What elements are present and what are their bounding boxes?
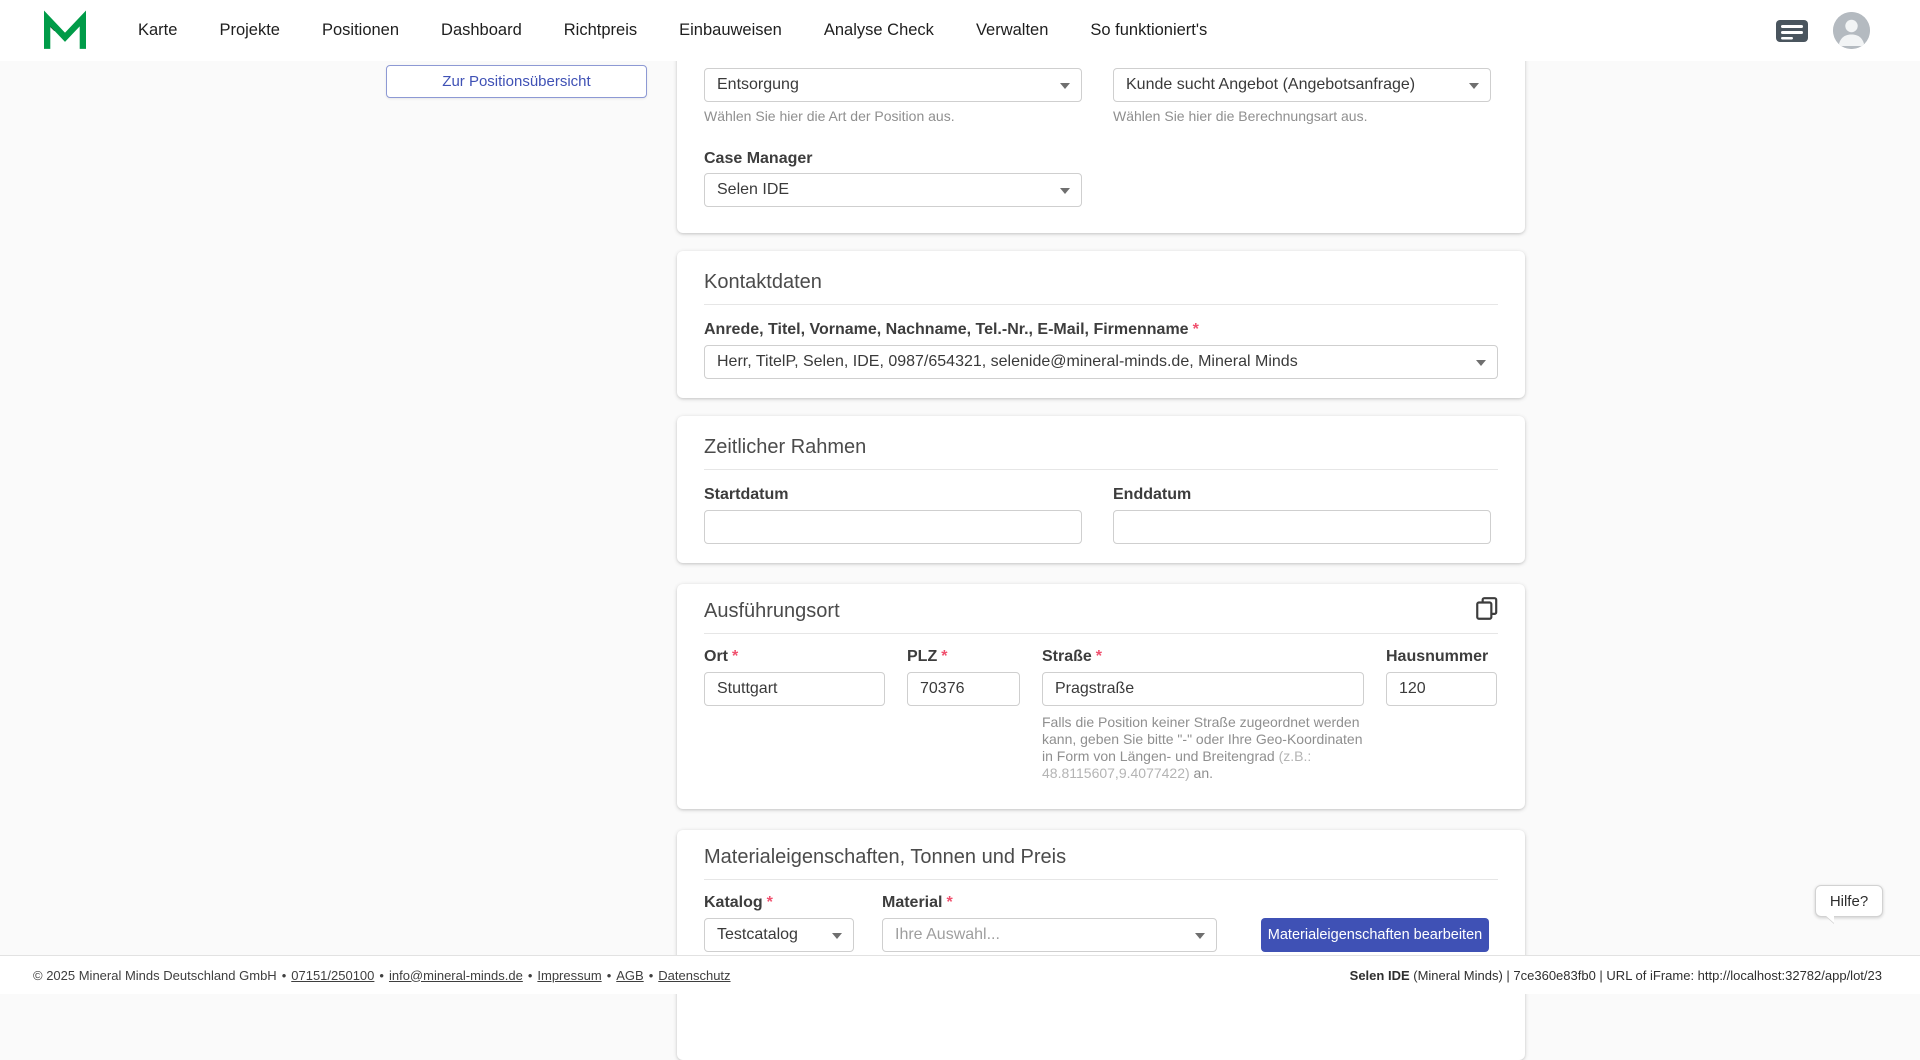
divider <box>704 633 1498 634</box>
chevron-down-icon <box>1469 83 1479 89</box>
person-icon <box>1833 12 1870 49</box>
nav-item-richtpreis[interactable]: Richtpreis <box>564 21 637 40</box>
contact-card: Kontaktdaten Anrede, Titel, Vorname, Nac… <box>677 251 1525 398</box>
session-details: (Mineral Minds) | 7ce360e83fb0 | URL of … <box>1410 968 1882 983</box>
end-date-field: Enddatum <box>1113 486 1491 544</box>
contact-field-label: Anrede, Titel, Vorname, Nachname, Tel.-N… <box>704 321 1498 339</box>
calculation-type-select[interactable]: Kunde sucht Angebot (Angebotsanfrage) <box>1113 68 1491 102</box>
impressum-link[interactable]: Impressum <box>537 968 601 983</box>
city-label: Ort* <box>704 648 885 666</box>
required-marker: * <box>767 894 773 911</box>
street-input[interactable] <box>1042 672 1364 706</box>
chevron-down-icon <box>832 933 842 939</box>
material-card-title: Materialeigenschaften, Tonnen und Preis <box>704 846 1498 869</box>
calculation-type-hint: Wählen Sie hier die Berechnungsart aus. <box>1113 108 1491 125</box>
contact-card-title: Kontaktdaten <box>704 271 1498 294</box>
nav-item-analyse-check[interactable]: Analyse Check <box>824 21 934 40</box>
navbar-right <box>1775 0 1870 61</box>
nav-item-verwalten[interactable]: Verwalten <box>976 21 1048 40</box>
position-type-select[interactable]: Entsorgung <box>704 68 1082 102</box>
case-manager-field: Case Manager Selen IDE <box>704 150 1082 207</box>
email-link[interactable]: info@mineral-minds.de <box>389 968 523 983</box>
street-label: Straße* <box>1042 648 1364 666</box>
footer-left: © 2025 Mineral Minds Deutschland GmbH • … <box>33 968 731 983</box>
divider <box>704 879 1498 880</box>
help-button[interactable]: Hilfe? <box>1815 885 1883 917</box>
footer-session-info: Selen IDE (Mineral Minds) | 7ce360e83fb0… <box>1350 968 1882 983</box>
catalog-field: Katalog* Testcatalog <box>704 894 854 952</box>
copy-icon <box>1474 596 1500 622</box>
material-field: Material* Ihre Auswahl... <box>882 894 1217 952</box>
timeframe-card-title: Zeitlicher Rahmen <box>704 436 1498 459</box>
required-marker: * <box>946 894 952 911</box>
separator: • <box>528 968 533 983</box>
city-input[interactable] <box>704 672 885 706</box>
chevron-down-icon <box>1476 360 1486 366</box>
chevron-down-icon <box>1060 83 1070 89</box>
location-card: Ausführungsort Ort* PLZ* Straße* Hausnum… <box>677 584 1525 809</box>
contact-select[interactable]: Herr, TitelP, Selen, IDE, 0987/654321, s… <box>704 345 1498 379</box>
nav-item-einbauweisen[interactable]: Einbauweisen <box>679 21 782 40</box>
required-marker: * <box>732 648 738 665</box>
chevron-down-icon <box>1195 933 1205 939</box>
back-to-positions-button[interactable]: Zur Positionsübersicht <box>386 65 647 98</box>
case-manager-select[interactable]: Selen IDE <box>704 173 1082 207</box>
logo-icon <box>44 9 86 53</box>
end-date-input[interactable] <box>1113 510 1491 544</box>
nav-item-positionen[interactable]: Positionen <box>322 21 399 40</box>
separator: • <box>379 968 384 983</box>
mineral-minds-logo[interactable] <box>44 9 86 53</box>
card-reader-icon[interactable] <box>1775 17 1809 45</box>
agb-link[interactable]: AGB <box>616 968 643 983</box>
copy-location-button[interactable] <box>1473 596 1501 624</box>
separator: • <box>649 968 654 983</box>
catalog-label: Katalog* <box>704 894 854 912</box>
divider <box>704 304 1498 305</box>
session-user-name: Selen IDE <box>1350 968 1410 983</box>
required-marker: * <box>1096 648 1102 665</box>
material-card: Materialeigenschaften, Tonnen und Preis … <box>677 830 1525 1060</box>
nav-item-dashboard[interactable]: Dashboard <box>441 21 522 40</box>
copyright-text: © 2025 Mineral Minds Deutschland GmbH <box>33 968 277 983</box>
main-nav: Karte Projekte Positionen Dashboard Rich… <box>138 21 1207 40</box>
datenschutz-link[interactable]: Datenschutz <box>658 968 730 983</box>
required-marker: * <box>941 648 947 665</box>
location-card-title: Ausführungsort <box>704 600 1498 623</box>
phone-link[interactable]: 07151/250100 <box>291 968 374 983</box>
chevron-down-icon <box>1060 188 1070 194</box>
start-date-input[interactable] <box>704 510 1082 544</box>
house-number-label: Hausnummer <box>1386 648 1497 666</box>
nav-item-so-funktionierts[interactable]: So funktioniert's <box>1090 21 1207 40</box>
position-type-hint: Wählen Sie hier die Art der Position aus… <box>704 108 1082 125</box>
divider <box>704 469 1498 470</box>
nav-item-projekte[interactable]: Projekte <box>219 21 280 40</box>
street-hint: Falls die Position keiner Straße zugeord… <box>1042 714 1364 782</box>
zip-label: PLZ* <box>907 648 1020 666</box>
edit-material-properties-button[interactable]: Materialeigenschaften bearbeiten <box>1261 918 1489 952</box>
case-manager-label: Case Manager <box>704 150 1082 168</box>
footer: © 2025 Mineral Minds Deutschland GmbH • … <box>0 955 1920 994</box>
user-avatar[interactable] <box>1833 12 1870 49</box>
start-date-label: Startdatum <box>704 486 1082 504</box>
end-date-label: Enddatum <box>1113 486 1491 504</box>
timeframe-card: Zeitlicher Rahmen Startdatum Enddatum <box>677 416 1525 563</box>
separator: • <box>282 968 287 983</box>
nav-item-karte[interactable]: Karte <box>138 21 177 40</box>
material-label: Material* <box>882 894 1217 912</box>
zip-input[interactable] <box>907 672 1020 706</box>
start-date-field: Startdatum <box>704 486 1082 544</box>
top-navbar: Karte Projekte Positionen Dashboard Rich… <box>0 0 1920 61</box>
material-select[interactable]: Ihre Auswahl... <box>882 918 1217 952</box>
required-marker: * <box>1193 321 1199 338</box>
separator: • <box>607 968 612 983</box>
catalog-select[interactable]: Testcatalog <box>704 918 854 952</box>
house-number-input[interactable] <box>1386 672 1497 706</box>
